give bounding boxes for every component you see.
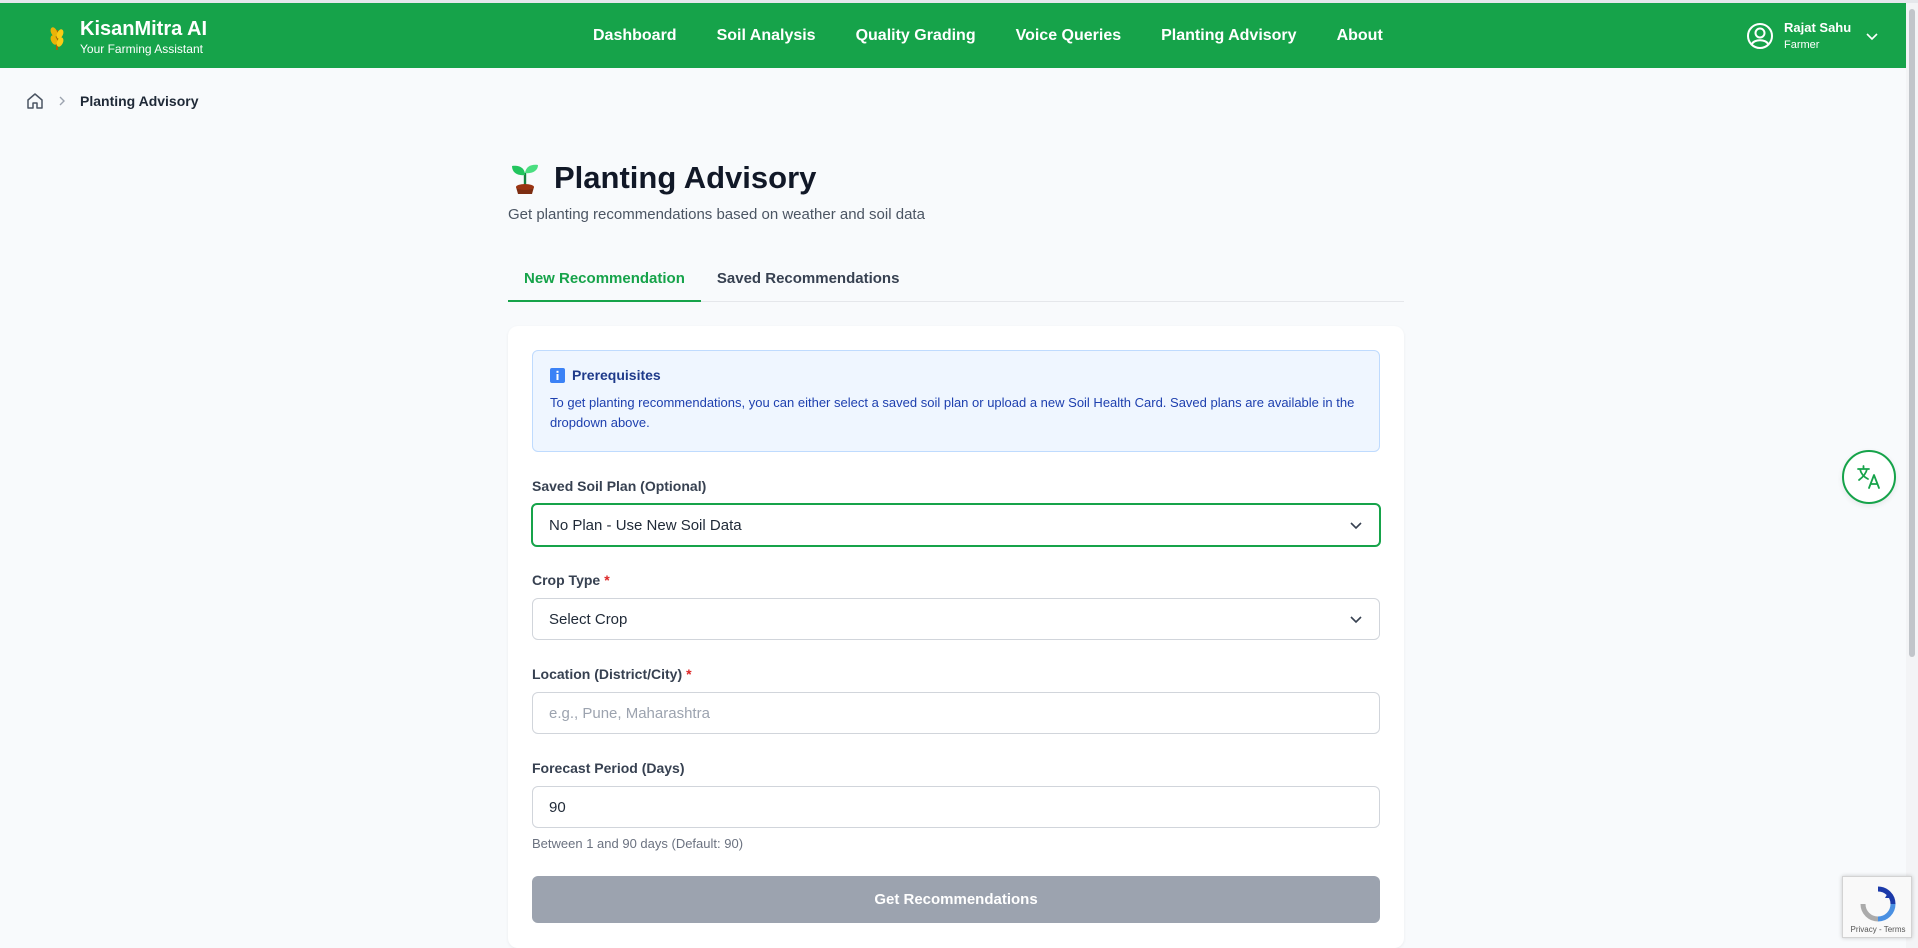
get-recommendations-button[interactable]: Get Recommendations <box>532 876 1380 923</box>
crop-type-label: Crop Type * <box>532 572 610 588</box>
page-scrollbar[interactable] <box>1906 3 1918 948</box>
breadcrumb: Planting Advisory <box>26 92 199 110</box>
soil-plan-label: Saved Soil Plan (Optional) <box>532 478 707 494</box>
translate-icon <box>1857 465 1880 489</box>
page-subtitle: Get planting recommendations based on we… <box>508 206 925 223</box>
app-tagline: Your Farming Assistant <box>80 42 203 56</box>
chevron-down-icon <box>1866 33 1878 41</box>
recaptcha-links[interactable]: Privacy - Terms <box>1843 925 1913 934</box>
brand[interactable]: KisanMitra AI Your Farming Assistant <box>44 17 207 57</box>
required-mark: * <box>686 666 692 682</box>
user-menu[interactable]: Rajat Sahu Farmer <box>1746 19 1879 53</box>
user-circle-icon <box>1747 23 1773 49</box>
chevron-down-icon <box>1350 616 1362 624</box>
prerequisites-info-box: Prerequisites To get planting recommenda… <box>532 350 1380 452</box>
location-input[interactable] <box>532 692 1380 734</box>
crop-type-label-text: Crop Type <box>532 572 601 588</box>
app-name: KisanMitra AI <box>80 18 208 40</box>
scrollbar-thumb[interactable] <box>1909 9 1915 657</box>
nav-planting-advisory[interactable]: Planting Advisory <box>1161 27 1296 45</box>
top-navbar: KisanMitra AI Your Farming Assistant Das… <box>0 0 1918 68</box>
nav-quality-grading[interactable]: Quality Grading <box>856 27 976 45</box>
crop-type-select[interactable]: Select Crop <box>532 598 1380 640</box>
chevron-right-icon <box>59 96 65 106</box>
forecast-period-hint: Between 1 and 90 days (Default: 90) <box>532 836 744 851</box>
forecast-period-label: Forecast Period (Days) <box>532 760 685 776</box>
language-toggle-button[interactable] <box>1842 450 1896 504</box>
soil-plan-value: No Plan - Use New Soil Data <box>549 516 742 534</box>
wheat-icon <box>50 27 64 50</box>
nav-about[interactable]: About <box>1337 27 1383 45</box>
info-icon <box>550 367 565 383</box>
forecast-period-input[interactable]: 90 <box>532 786 1380 828</box>
main-nav: Dashboard Soil Analysis Quality Grading … <box>593 3 1383 68</box>
tab-new-recommendation[interactable]: New Recommendation <box>508 262 701 302</box>
page-header: Planting Advisory Get planting recommend… <box>508 160 925 223</box>
tab-bar: New Recommendation Saved Recommendations <box>508 262 1404 302</box>
soil-plan-select[interactable]: No Plan - Use New Soil Data <box>531 503 1381 547</box>
forecast-period-value: 90 <box>549 798 566 816</box>
nav-voice-queries[interactable]: Voice Queries <box>1016 27 1122 45</box>
recaptcha-icon <box>1860 886 1896 922</box>
page-title: Planting Advisory <box>554 160 817 195</box>
home-icon[interactable] <box>26 92 44 110</box>
nav-dashboard[interactable]: Dashboard <box>593 27 677 45</box>
tab-saved-recommendations[interactable]: Saved Recommendations <box>701 262 916 302</box>
location-label: Location (District/City) * <box>532 666 692 682</box>
recommendation-form-card: Prerequisites To get planting recommenda… <box>508 326 1404 948</box>
user-name: Rajat Sahu <box>1784 20 1852 35</box>
location-label-text: Location (District/City) <box>532 666 683 682</box>
user-role: Farmer <box>1784 39 1820 51</box>
nav-soil-analysis[interactable]: Soil Analysis <box>717 27 816 45</box>
prerequisites-title: Prerequisites <box>572 367 661 383</box>
prerequisites-text: To get planting recommendations, you can… <box>550 395 1355 430</box>
crop-type-value: Select Crop <box>549 610 628 628</box>
seedling-icon <box>512 164 538 194</box>
chevron-down-icon <box>1350 522 1362 530</box>
recaptcha-badge[interactable]: Privacy - Terms <box>1842 876 1912 938</box>
required-mark: * <box>604 572 610 588</box>
breadcrumb-current: Planting Advisory <box>80 93 199 109</box>
